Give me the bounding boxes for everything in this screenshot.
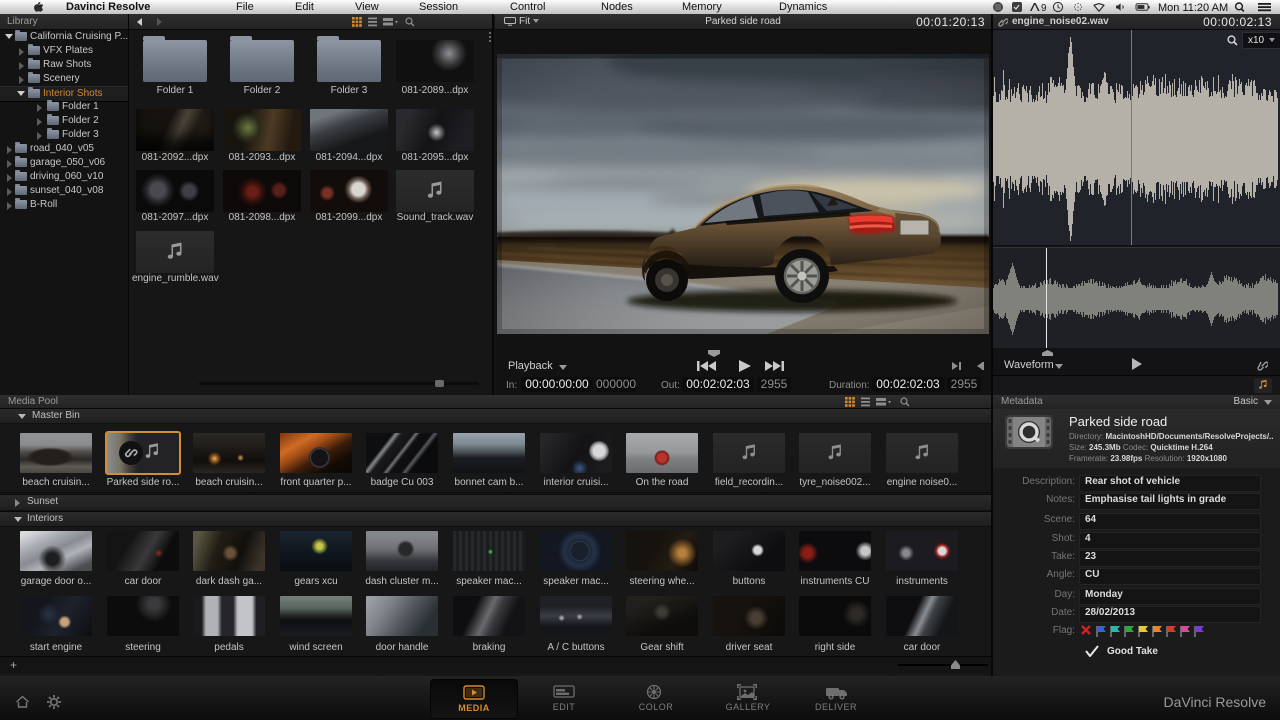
svg-text:9: 9: [1041, 3, 1047, 13]
svg-text:Mon 11:20 AM: Mon 11:20 AM: [1158, 2, 1228, 13]
